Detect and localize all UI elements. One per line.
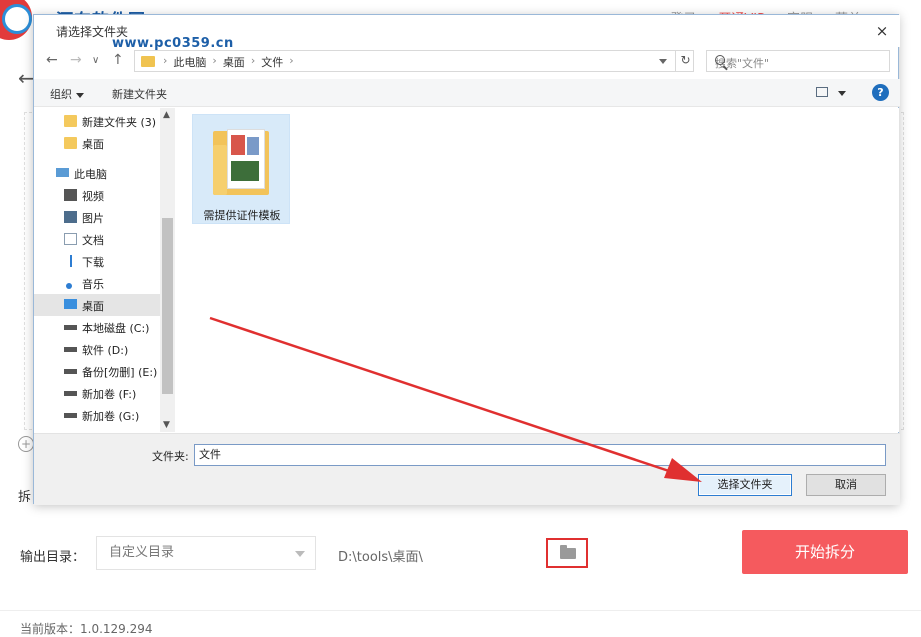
search-input[interactable]: 搜索"文件" <box>706 50 890 72</box>
add-file-icon[interactable]: + <box>18 436 34 452</box>
recent-dropdown-icon[interactable]: ∨ <box>92 55 99 66</box>
breadcrumb-pc[interactable]: 此电脑 <box>173 54 206 70</box>
nav-row: ← → ∨ ↑ › 此电脑 › 桌面 › 文件 › ↻ 搜索"文件" <box>34 47 900 75</box>
footer-divider <box>0 610 921 611</box>
drive-icon <box>64 347 77 352</box>
watermark-url: www.pc0359.cn <box>112 36 234 51</box>
view-icon[interactable] <box>816 87 828 97</box>
tree-item-downloads[interactable]: 下载 <box>34 250 160 272</box>
download-icon <box>70 255 72 267</box>
drive-icon <box>64 325 77 330</box>
chevron-down-icon <box>295 551 305 557</box>
folder-icon <box>560 545 576 559</box>
output-dir-label: 输出目录： <box>20 550 86 565</box>
browse-folder-button[interactable] <box>546 538 588 568</box>
picture-icon <box>64 211 77 223</box>
select-folder-dialog: 请选择文件夹 × ← → ∨ ↑ › 此电脑 › 桌面 › 文件 › ↻ 搜索"… <box>33 14 900 505</box>
tree-item-drive-g[interactable]: 新加卷 (G:) <box>34 404 160 426</box>
breadcrumb-desktop[interactable]: 桌面 <box>223 54 245 70</box>
document-icon <box>64 233 77 245</box>
tree-item-drive-c[interactable]: 本地磁盘 (C:) <box>34 316 160 338</box>
cancel-button[interactable]: 取消 <box>806 474 886 496</box>
output-dir-select-value: 自定义目录 <box>109 545 175 560</box>
video-icon <box>64 189 77 201</box>
chevron-down-icon <box>76 92 84 98</box>
tree-scrollbar[interactable]: ▲ ▼ <box>160 108 175 432</box>
view-dropdown-icon[interactable] <box>838 91 846 96</box>
folder-name-label: 文件夹: <box>152 450 189 463</box>
breadcrumb-files[interactable]: 文件 <box>261 54 283 70</box>
tree-item-pc[interactable]: 此电脑 <box>34 162 160 184</box>
pc-icon <box>56 168 69 177</box>
organize-button[interactable]: 组织 <box>50 86 84 102</box>
tree-item-desktop[interactable]: 桌面 <box>34 294 160 316</box>
file-item[interactable]: 需提供证件模板 <box>192 114 290 224</box>
split-label: 拆 <box>18 490 32 505</box>
select-folder-button[interactable]: 选择文件夹 <box>698 474 792 496</box>
file-item-name: 需提供证件模板 <box>203 209 281 222</box>
dialog-toolbar: 组织 新建文件夹 ? <box>34 79 900 107</box>
start-split-button[interactable]: 开始拆分 <box>742 530 908 574</box>
drive-icon <box>64 413 77 418</box>
scroll-down-icon[interactable]: ▼ <box>163 420 170 430</box>
tree-item-drive-f[interactable]: 新加卷 (F:) <box>34 382 160 404</box>
search-icon <box>715 55 725 65</box>
refresh-icon[interactable]: ↻ <box>675 50 695 72</box>
tree-item-desktop-folder[interactable]: 桌面 <box>34 132 160 154</box>
address-dropdown-icon[interactable] <box>659 59 667 64</box>
folder-icon <box>64 115 77 127</box>
breadcrumb: › 此电脑 › 桌面 › 文件 › <box>163 54 294 70</box>
tree-item-new-folder[interactable]: 新建文件夹 (3) <box>34 110 160 132</box>
tree-item-documents[interactable]: 文档 <box>34 228 160 250</box>
close-icon[interactable]: × <box>872 21 892 41</box>
version-text: 当前版本：1.0.129.294 <box>20 622 153 636</box>
music-icon <box>66 283 72 289</box>
dialog-bottom: 文件夹: 文件 选择文件夹 取消 <box>34 433 900 505</box>
output-dir-select[interactable]: 自定义目录 <box>96 536 316 570</box>
output-path: D:\tools\桌面\ <box>338 550 423 565</box>
new-folder-button[interactable]: 新建文件夹 <box>112 86 167 102</box>
tree-item-pictures[interactable]: 图片 <box>34 206 160 228</box>
forward-icon[interactable]: → <box>70 52 82 68</box>
desktop-icon <box>64 299 77 309</box>
tree-item-videos[interactable]: 视频 <box>34 184 160 206</box>
scroll-up-icon[interactable]: ▲ <box>163 110 170 120</box>
scrollbar-thumb[interactable] <box>162 218 173 394</box>
folder-icon <box>141 56 155 67</box>
nav-tree: 新建文件夹 (3) 桌面 此电脑 视频 图片 文档 下载 音乐 桌面 本地磁盘 … <box>34 108 160 432</box>
folder-icon <box>213 125 269 195</box>
help-icon[interactable]: ? <box>872 84 889 101</box>
tree-item-music[interactable]: 音乐 <box>34 272 160 294</box>
app-window: 河东软件园 登录 开通VIP 客服 菜单 ← + 拆 输出目录： 自定义目录 D… <box>0 0 921 636</box>
address-bar[interactable]: › 此电脑 › 桌面 › 文件 › <box>134 50 694 72</box>
folder-name-input[interactable]: 文件 <box>194 444 886 466</box>
file-list: 需提供证件模板 <box>176 108 899 432</box>
drive-icon <box>64 369 77 374</box>
tree-item-drive-e[interactable]: 备份[勿删] (E:) <box>34 360 160 382</box>
drive-icon <box>64 391 77 396</box>
folder-icon <box>64 137 77 149</box>
back-icon[interactable]: ← <box>46 52 58 68</box>
tree-item-drive-d[interactable]: 软件 (D:) <box>34 338 160 360</box>
up-icon[interactable]: ↑ <box>112 52 124 68</box>
